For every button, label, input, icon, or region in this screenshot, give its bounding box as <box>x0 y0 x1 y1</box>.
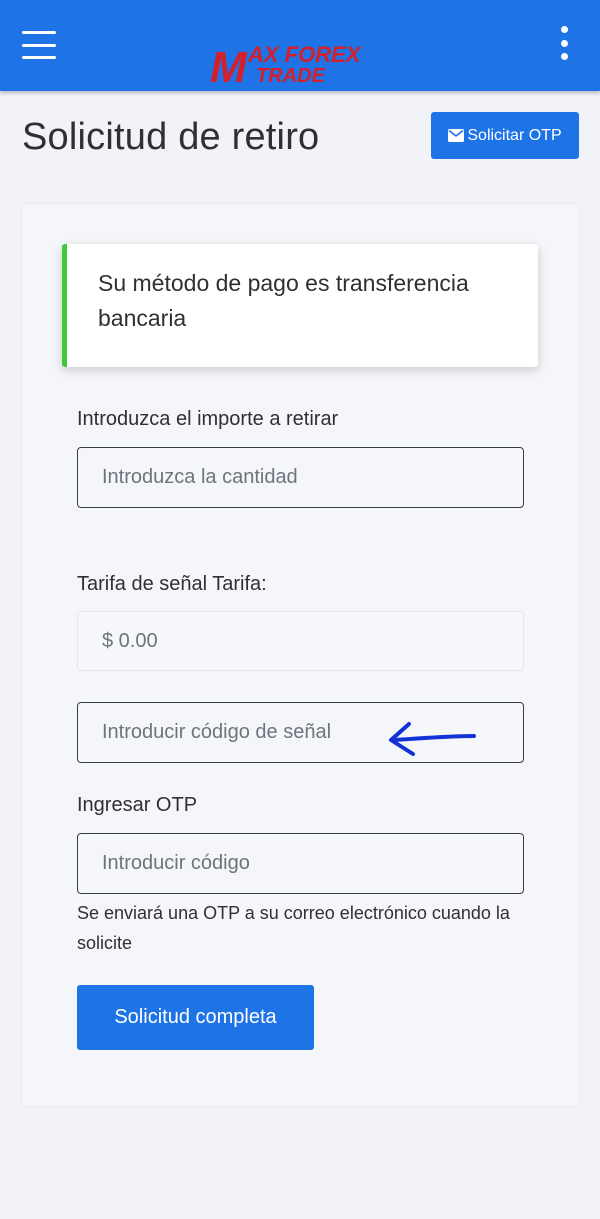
signal-fee-label: Tarifa de señal Tarifa: <box>77 573 267 595</box>
submit-request-button[interactable]: Solicitud completa <box>77 985 314 1050</box>
envelope-icon <box>448 129 465 142</box>
app-bar: M AX FOREX TRADE <box>0 0 600 91</box>
payment-method-text: Su método de pago es transferencia banca… <box>98 270 469 331</box>
otp-label: Ingresar OTP <box>77 794 198 816</box>
request-otp-button[interactable]: Solicitar OTP <box>431 112 579 159</box>
page-title: Solicitud de retiro <box>22 116 320 158</box>
signal-fee-field: $ 0.00 <box>77 611 524 671</box>
hand-drawn-arrow-annotation <box>389 722 476 756</box>
payment-method-alert: Su método de pago es transferencia banca… <box>62 244 538 367</box>
hamburger-menu-icon[interactable] <box>22 31 56 59</box>
svg-text:TRADE: TRADE <box>256 65 326 86</box>
request-otp-label: Solicitar OTP <box>467 126 562 144</box>
svg-text:AX FOREX: AX FOREX <box>247 42 362 67</box>
more-options-icon[interactable] <box>556 26 572 60</box>
signal-fee-value: $ 0.00 <box>102 629 158 652</box>
amount-input[interactable] <box>77 447 524 508</box>
otp-input[interactable] <box>77 833 524 894</box>
otp-helper-text: Se enviará una OTP a su correo electróni… <box>77 903 510 953</box>
max-forex-trade-logo: M AX FOREX TRADE <box>210 42 362 86</box>
amount-label: Introduzca el importe a retirar <box>77 408 339 430</box>
svg-text:M: M <box>210 43 248 86</box>
